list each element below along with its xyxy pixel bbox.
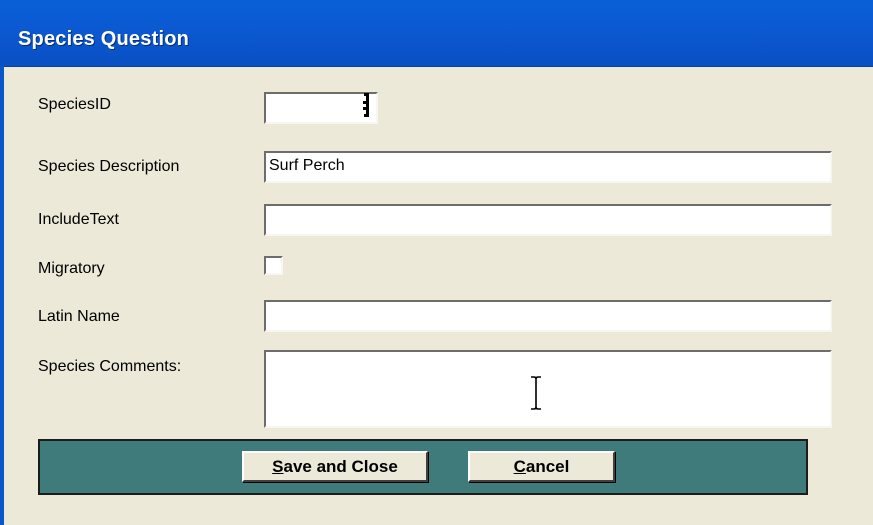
migratory-checkbox[interactable]: [264, 256, 283, 275]
ibeam-cursor-icon: [531, 376, 541, 410]
cancel-button[interactable]: Cancel: [468, 451, 615, 482]
window-left-border: [0, 66, 4, 525]
species-description-field[interactable]: Surf Perch: [264, 151, 832, 183]
include-text-field[interactable]: [264, 204, 832, 236]
species-comments-label: Species Comments:: [38, 358, 182, 375]
text-cursor-icon: [363, 93, 369, 117]
species-question-window: Species Question SpeciesID Species Descr…: [0, 0, 873, 525]
latin-name-label: Latin Name: [38, 308, 120, 325]
latin-name-field[interactable]: [264, 300, 832, 332]
cancel-accelerator: C: [513, 457, 526, 476]
migratory-label: Migratory: [38, 260, 105, 277]
title-bar[interactable]: Species Question: [0, 0, 873, 67]
species-id-field[interactable]: [264, 92, 378, 124]
species-comments-field[interactable]: [264, 350, 832, 428]
button-bar: Save and Close Cancel: [38, 439, 808, 495]
include-text-label: IncludeText: [38, 211, 119, 228]
save-accelerator: S: [272, 457, 284, 476]
window-title: Species Question: [18, 28, 190, 50]
species-description-label: Species Description: [38, 158, 180, 175]
save-and-close-button[interactable]: Save and Close: [242, 451, 428, 482]
cancel-label-rest: ancel: [525, 457, 570, 476]
save-label-rest: ave and Close: [283, 457, 398, 476]
species-id-label: SpeciesID: [38, 96, 111, 113]
